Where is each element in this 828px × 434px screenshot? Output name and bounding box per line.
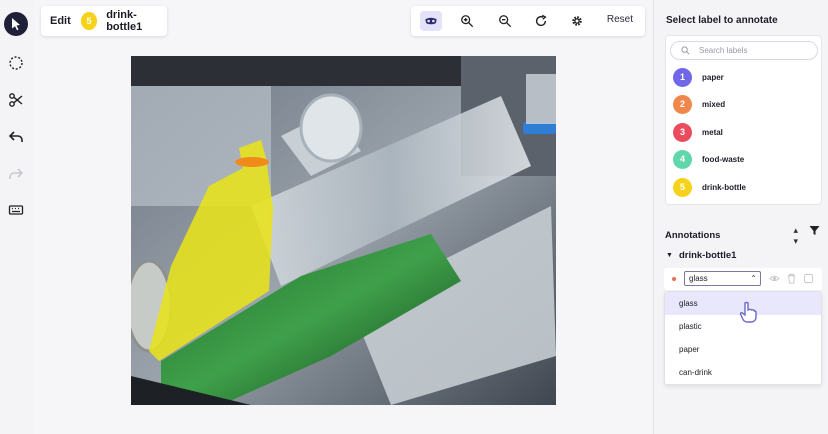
settings-gear-icon[interactable] <box>566 11 588 31</box>
label-number-badge: 3 <box>673 122 692 142</box>
label-list-card: Search labels 1 paper 2 mixed 3 metal 4 … <box>665 35 822 205</box>
annotation-group[interactable]: ▼ drink-bottle1 <box>666 250 736 261</box>
dashed-circle-icon[interactable] <box>4 51 28 75</box>
checkbox-icon[interactable] <box>803 273 814 284</box>
label-item-mixed[interactable]: 2 mixed <box>673 94 813 114</box>
trash-icon[interactable] <box>786 273 797 284</box>
label-name: paper <box>702 72 724 82</box>
label-name: metal <box>702 127 723 137</box>
annotation-row[interactable]: glass ⌃ <box>664 268 822 290</box>
keyboard-icon[interactable] <box>4 198 28 222</box>
dropdown-option-can-drink[interactable]: can-drink <box>665 361 821 384</box>
search-icon <box>681 46 690 55</box>
selected-object-name: drink-bottle1 <box>106 9 143 33</box>
rotate-icon[interactable] <box>530 11 552 31</box>
sort-icon[interactable]: ▴ ▾ <box>793 225 798 247</box>
annotated-image[interactable] <box>131 56 556 405</box>
label-item-paper[interactable]: 1 paper <box>673 67 813 87</box>
reset-button[interactable]: Reset <box>607 14 633 25</box>
annotations-header: Annotations ▴ ▾ <box>665 225 822 246</box>
redo-icon[interactable] <box>4 162 28 186</box>
edit-mode-label: Edit <box>50 15 71 27</box>
label-number-badge: 5 <box>673 177 692 197</box>
selected-label-badge: 5 <box>80 12 98 30</box>
label-item-food-waste[interactable]: 4 food-waste <box>673 149 813 169</box>
view-controls: Reset <box>411 6 645 36</box>
mask-visibility-icon[interactable] <box>420 11 442 31</box>
zoom-in-icon[interactable] <box>456 11 478 31</box>
required-dot <box>672 277 676 281</box>
undo-icon[interactable] <box>4 125 28 149</box>
hand-cursor-icon <box>739 301 757 323</box>
label-panel-title: Select label to annotate <box>666 15 778 26</box>
annotation-group-name: drink-bottle1 <box>678 250 737 261</box>
attribute-select[interactable]: glass ⌃ <box>684 271 761 286</box>
annotations-title: Annotations <box>665 230 721 241</box>
right-panel: Select label to annotate Search labels 1… <box>653 0 828 434</box>
label-number-badge: 4 <box>673 149 692 169</box>
zoom-out-icon[interactable] <box>494 11 516 31</box>
label-name: mixed <box>702 99 726 109</box>
label-name: drink-bottle <box>702 182 746 192</box>
annotation-canvas[interactable]: Edit 5 drink-bottle1 Reset <box>34 0 652 434</box>
attribute-select-value: glass <box>689 274 708 283</box>
label-name: food-waste <box>702 154 745 164</box>
filter-icon[interactable] <box>809 225 820 236</box>
scissors-icon[interactable] <box>4 88 28 112</box>
search-placeholder: Search labels <box>699 46 748 55</box>
label-item-metal[interactable]: 3 metal <box>673 122 813 142</box>
tool-sidebar <box>0 0 32 434</box>
label-number-badge: 2 <box>673 94 692 114</box>
dropdown-option-paper[interactable]: paper <box>665 338 821 361</box>
search-input[interactable]: Search labels <box>670 41 818 60</box>
edit-status-card: Edit 5 drink-bottle1 <box>41 6 167 36</box>
pointer-icon[interactable] <box>4 12 28 36</box>
caret-down-icon[interactable]: ▼ <box>666 252 673 259</box>
label-number-badge: 1 <box>673 67 692 87</box>
eye-icon[interactable] <box>769 273 780 284</box>
label-item-drink-bottle[interactable]: 5 drink-bottle <box>673 177 813 197</box>
chevron-up-icon: ⌃ <box>750 274 757 283</box>
